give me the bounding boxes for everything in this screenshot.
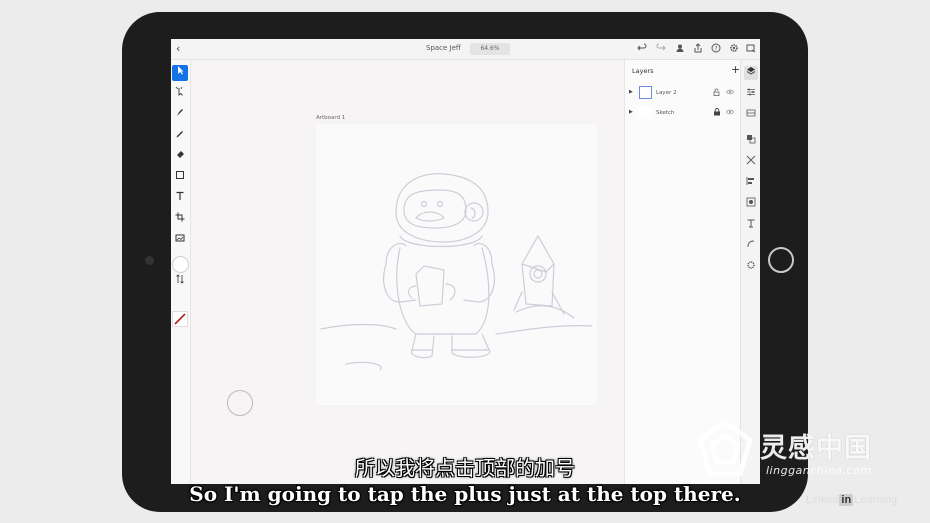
expand-caret-icon[interactable]: ▶ — [629, 109, 633, 115]
layers-stack-icon[interactable] — [744, 66, 758, 80]
layer-thumbnail — [639, 106, 652, 119]
pen-tool-icon[interactable] — [172, 107, 188, 123]
direct-select-tool-icon[interactable] — [172, 86, 188, 102]
redo-icon[interactable] — [655, 43, 667, 55]
transform-icon[interactable] — [744, 155, 758, 169]
share-user-icon[interactable] — [674, 43, 686, 55]
svg-text:?: ? — [714, 45, 717, 52]
expand-caret-icon[interactable]: ▶ — [629, 89, 633, 95]
linkedin-in-box: in — [839, 494, 854, 506]
select-tool-icon[interactable] — [172, 65, 188, 81]
unlock-icon[interactable] — [713, 88, 721, 98]
arrange-icon[interactable] — [744, 134, 758, 148]
document-title[interactable]: Space Jeff — [426, 44, 461, 52]
export-icon[interactable] — [692, 43, 704, 55]
layer-thumbnail — [639, 86, 652, 99]
libraries-icon[interactable] — [744, 108, 758, 122]
layer-row-layer-2[interactable]: ▶ Layer 2 — [625, 83, 741, 103]
artboard[interactable] — [316, 124, 597, 405]
settings-gear-icon[interactable] — [728, 43, 740, 55]
tools-toolbar — [171, 60, 191, 484]
layers-panel-title: Layers — [632, 67, 654, 75]
appearance-icon[interactable] — [744, 197, 758, 211]
crop-tool-icon[interactable] — [172, 212, 188, 228]
path-icon[interactable] — [744, 239, 758, 253]
subtitle-chinese: 所以我将点击顶部的加号 — [355, 456, 575, 480]
home-button[interactable] — [768, 247, 794, 273]
linkedin-learning-logo: Linked in Learning — [806, 494, 897, 506]
front-camera — [145, 256, 154, 265]
subtitle-english: So I'm going to tap the plus just at the… — [189, 482, 741, 506]
canvas-area[interactable]: Artboard 1 — [191, 60, 624, 484]
linkedin-suffix: Learning — [854, 494, 898, 506]
text-properties-icon[interactable] — [744, 218, 758, 232]
rectangle-tool-icon[interactable] — [172, 170, 188, 186]
pencil-tool-icon[interactable] — [172, 128, 188, 144]
layer-row-sketch[interactable]: ▶ Sketch — [625, 103, 741, 123]
add-layer-button[interactable]: + — [731, 63, 740, 76]
visibility-eye-icon[interactable] — [726, 108, 734, 118]
linkedin-prefix: Linked — [806, 494, 839, 506]
lock-icon[interactable] — [713, 108, 721, 118]
layer-name: Layer 2 — [656, 90, 677, 96]
properties-sliders-icon[interactable] — [744, 87, 758, 101]
zoom-level[interactable]: 64.6% — [470, 43, 510, 55]
artboard-label[interactable]: Artboard 1 — [316, 115, 345, 121]
back-chevron-icon[interactable]: ‹ — [176, 42, 180, 55]
swap-colors-icon[interactable] — [172, 274, 188, 290]
astronaut-sketch-image — [320, 173, 593, 371]
fill-color-swatch[interactable] — [172, 256, 189, 273]
image-tool-icon[interactable] — [172, 233, 188, 249]
plugin-settings-icon[interactable] — [744, 260, 758, 274]
layer-name: Sketch — [656, 110, 675, 116]
cloud-icon[interactable] — [745, 43, 757, 55]
app-screen: ‹ Space Jeff 64.6% ? Artboard 1 Layers +… — [171, 39, 760, 484]
top-bar: ‹ Space Jeff 64.6% ? — [171, 39, 760, 60]
help-icon[interactable]: ? — [710, 43, 722, 55]
visibility-eye-icon[interactable] — [726, 88, 734, 98]
align-icon[interactable] — [744, 176, 758, 190]
undo-icon[interactable] — [636, 43, 648, 55]
touch-shortcut-circle[interactable] — [227, 390, 253, 416]
eraser-tool-icon[interactable] — [172, 149, 188, 165]
stroke-color-swatch[interactable] — [172, 311, 188, 327]
type-tool-icon[interactable] — [172, 191, 188, 207]
